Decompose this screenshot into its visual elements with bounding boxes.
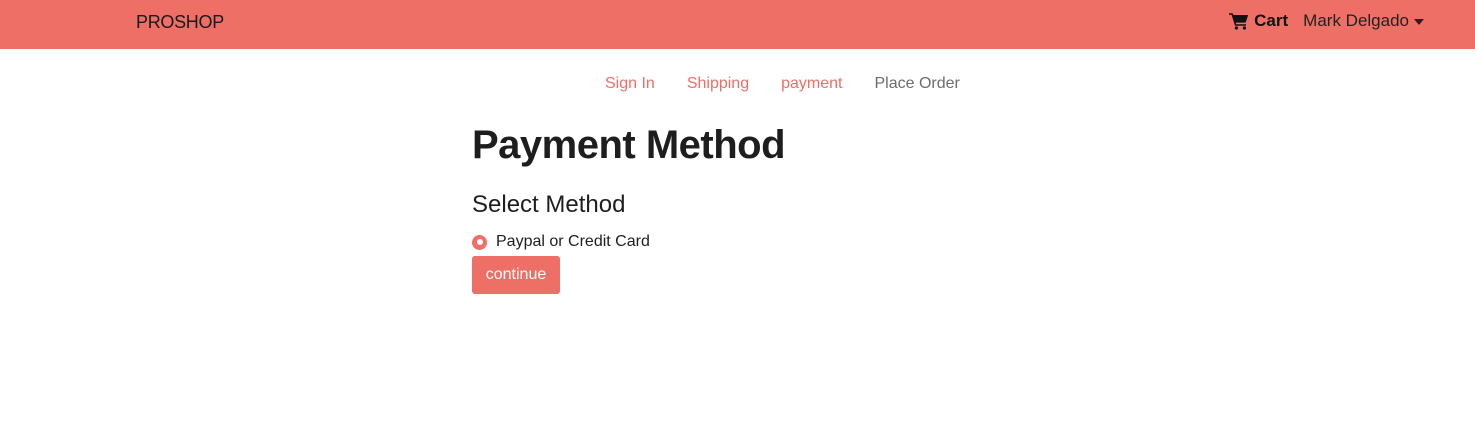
select-method-label: Select Method [472,191,626,218]
step-payment[interactable]: payment [765,75,858,93]
step-sign-in[interactable]: Sign In [589,75,671,93]
user-menu-dropdown[interactable]: Mark Delgado [1303,11,1424,31]
navbar-right: Cart Mark Delgado [1229,11,1424,31]
payment-option-label[interactable]: Paypal or Credit Card [496,233,650,251]
checkout-steps: Sign In Shipping payment Place Order [589,75,976,93]
step-place-order: Place Order [874,75,960,92]
shopping-cart-icon [1229,12,1249,30]
radio-dot [476,239,483,245]
top-navbar: PROSHOP Cart Mark Delgado [0,0,1475,49]
page-title: Payment Method [472,123,786,167]
continue-button[interactable]: continue [472,256,560,294]
chevron-down-icon [1414,18,1424,25]
user-name: Mark Delgado [1303,11,1409,30]
payment-option-paypal[interactable]: Paypal or Credit Card [472,233,1012,251]
payment-form: Payment Method Select Method Paypal or C… [472,118,1012,294]
brand-logo-link[interactable]: PROSHOP [136,12,224,33]
radio-button-selected[interactable] [472,234,487,250]
step-shipping[interactable]: Shipping [671,75,765,93]
cart-label: Cart [1254,11,1289,30]
cart-link[interactable]: Cart [1229,11,1288,31]
